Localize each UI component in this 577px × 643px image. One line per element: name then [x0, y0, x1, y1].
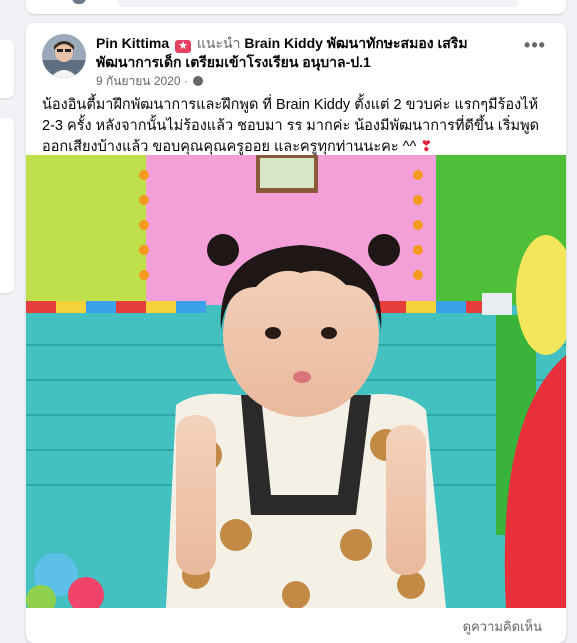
previous-post-card-edge [26, 0, 566, 14]
post-card: Pin Kittima ★ แนะนำ Brain Kiddy พัฒนาทัก… [26, 23, 566, 643]
author-avatar[interactable] [42, 34, 86, 78]
post-text: น้องอินตี้มาฝึกพัฒนาการและฝึกพูด ที่ Bra… [42, 97, 540, 155]
comments-link[interactable]: ดูความคิดเห็น [463, 616, 542, 637]
left-sidebar-panel [0, 118, 14, 293]
more-options-icon[interactable]: ••• [524, 36, 546, 59]
left-sidebar-panel [0, 40, 14, 98]
previous-comment-input-edge[interactable] [118, 0, 518, 7]
rising-star-icon: ★ [175, 40, 192, 53]
heart-emoji: ❣ [420, 139, 433, 155]
author-name[interactable]: Pin Kittima [96, 35, 169, 51]
globe-icon [193, 76, 204, 86]
meta-separator: · [183, 74, 188, 88]
post-photo[interactable] [26, 155, 566, 608]
recommends-label: แนะนำ [196, 35, 241, 51]
post-meta: 9 กันยายน 2020 · [96, 73, 506, 89]
post-body: น้องอินตี้มาฝึกพัฒนาการและฝึกพูด ที่ Bra… [42, 95, 552, 158]
previous-avatar-fragment [72, 0, 86, 4]
post-header: Pin Kittima ★ แนะนำ Brain Kiddy พัฒนาทัก… [96, 34, 506, 89]
post-date[interactable]: 9 กันยายน 2020 [96, 74, 181, 88]
